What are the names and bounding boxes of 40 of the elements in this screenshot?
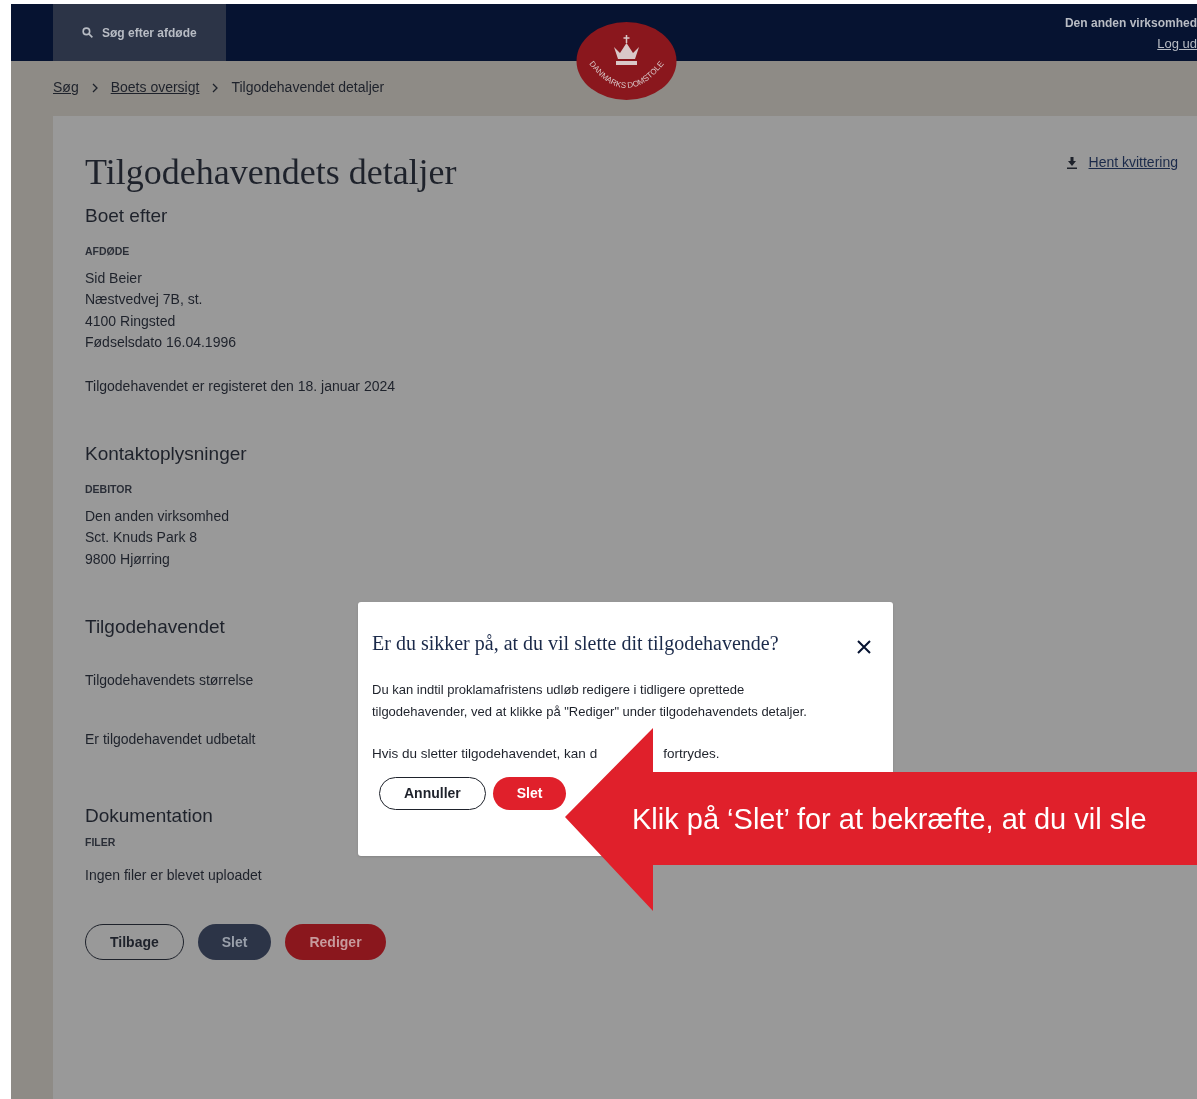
dialog-button[interactable]: Slet — [492, 777, 567, 811]
info-text: Fødselsdato 16.04.1996 — [85, 333, 237, 353]
dialog-title: Er du sikker på, at du vil slette dit tilgodehavende? — [372, 631, 779, 656]
section-heading: Dokumentation — [85, 804, 213, 828]
info-text: 9800 Hjørring — [85, 549, 171, 569]
info-text: Næstvedvej 7B, st. — [85, 290, 204, 310]
registration-note: Tilgodehavendet er registeret den 18. januar 2024 — [85, 376, 397, 396]
breadcrumb-link[interactable]: Boets oversigt — [110, 77, 200, 98]
action-button[interactable]: Slet — [197, 924, 272, 961]
breadcrumb-link[interactable]: Søg — [53, 77, 79, 98]
info-text: Den anden virksomhed — [85, 506, 230, 526]
chevron-icon — [90, 82, 99, 93]
dialog-text: fortrydes. — [663, 745, 720, 763]
page-title: Tilgodehavendets detaljer — [85, 151, 457, 194]
info-text: Sct. Knuds Park 8 — [85, 528, 199, 547]
field-label: Tilgodehavendets størrelse — [85, 671, 254, 690]
search-tab[interactable]: Søg efter afdøde — [53, 4, 226, 61]
field-label: AFDØDE — [85, 244, 131, 259]
field-label: DEBITOR — [85, 481, 134, 497]
breadcrumb-current: Tilgodehavendet detaljer — [231, 78, 385, 97]
dialog-text: Du kan indtil proklamafristens udløb redigere i tidligere oprettede tilgodehavender, ved at klikke på "Rediger" under tilgodehavendets detaljer. — [372, 681, 808, 721]
user-name: Den anden virksomhed — [1064, 15, 1197, 32]
action-button[interactable]: Rediger — [285, 924, 386, 961]
section-heading: Tilgodehavendet — [85, 615, 225, 639]
logout-link[interactable]: Log ud — [1157, 34, 1197, 54]
section-heading: Kontaktoplysninger — [85, 441, 247, 466]
dialog-button[interactable]: Annuller — [379, 777, 486, 811]
info-text: Ingen filer er blevet uploadet — [85, 865, 263, 885]
section-heading: Boet efter — [85, 204, 168, 228]
chevron-icon — [211, 82, 220, 93]
field-label: Er tilgodehavendet udbetalt — [85, 730, 256, 749]
close-icon[interactable] — [857, 640, 871, 654]
search-icon — [81, 26, 94, 39]
callout-text: Klik på ‘Slet’ for at bekræfte, at du vil sle — [632, 802, 1147, 837]
info-text: 4100 Ringsted — [85, 311, 177, 331]
download-link[interactable]: Hent kvittering — [1088, 152, 1178, 173]
info-text: Sid Beier — [85, 268, 143, 288]
download-icon — [1066, 156, 1077, 169]
dialog-text: Hvis du sletter tilgodehavendet, kan d — [372, 745, 598, 763]
field-label: FILER — [85, 835, 117, 850]
